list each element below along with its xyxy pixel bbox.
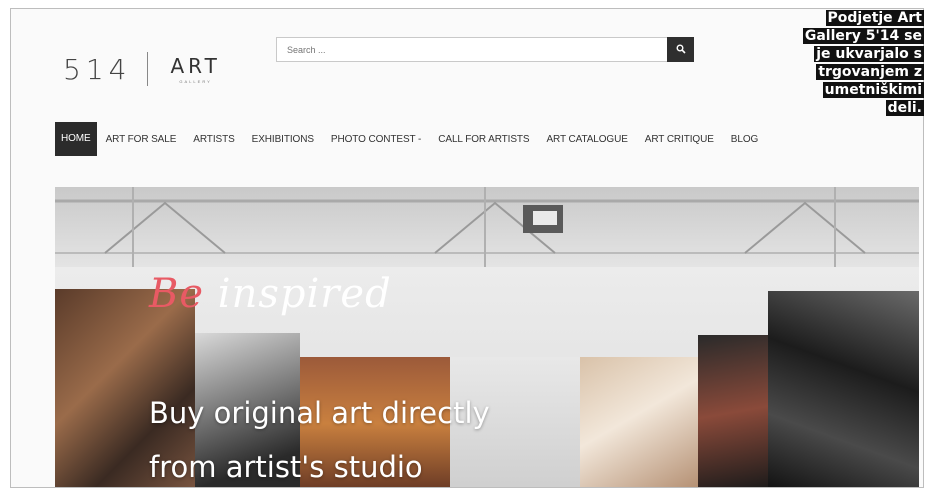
logo-divider: [147, 52, 149, 86]
caption-line: Gallery 5'14 se: [802, 28, 924, 44]
nav-item-blog[interactable]: BLOG: [731, 134, 758, 145]
nav-item-artists[interactable]: ARTISTS: [193, 134, 234, 145]
logo-art: ART GALLERY: [170, 54, 220, 84]
painting-right: [768, 291, 919, 487]
caption-line: trgovanjem z: [816, 64, 924, 80]
nav-item-art-critique[interactable]: ART CRITIQUE: [645, 134, 714, 145]
logo-art-word: ART: [170, 54, 221, 78]
nav-item-art-catalogue[interactable]: ART CATALOGUE: [546, 134, 627, 145]
nav-item-exhibitions[interactable]: EXHIBITIONS: [252, 134, 314, 145]
search-input[interactable]: [276, 37, 667, 62]
logo-number: 514: [63, 52, 132, 86]
hero-tagline: Be inspired: [149, 271, 392, 317]
logo-art-subtitle: GALLERY: [179, 79, 212, 84]
hero-headline-line-2: from artist's studio: [149, 450, 423, 484]
nav-item-call-for-artists[interactable]: CALL FOR ARTISTS: [438, 134, 529, 145]
search-icon: [676, 41, 686, 59]
painting-portrait: [698, 335, 768, 487]
search-button[interactable]: [667, 37, 694, 62]
nav-item-photo-contest[interactable]: PHOTO CONTEST -: [331, 134, 421, 145]
caption-line: Podjetje Art: [825, 10, 924, 26]
site-logo[interactable]: 514 ART GALLERY: [63, 52, 221, 86]
caption-line: umetniškimi: [822, 82, 924, 98]
nav-item-home[interactable]: HOME: [55, 122, 97, 156]
hero-tagline-rest: inspired: [204, 271, 392, 317]
hero-tagline-accent: Be: [149, 271, 205, 317]
caption-line: deli.: [885, 100, 924, 116]
search-bar: [276, 37, 694, 62]
hero-headline-line-1: Buy original art directly: [149, 396, 490, 430]
nav-item-art-for-sale[interactable]: ART FOR SALE: [106, 134, 177, 145]
gallery-ceiling-image: [55, 187, 919, 267]
article-caption: Podjetje Art Gallery 5'14 se je ukvarjal…: [774, 9, 924, 117]
hero-banner[interactable]: Be inspired Buy original art directly fr…: [55, 187, 919, 487]
main-navigation: HOME ART FOR SALE ARTISTS EXHIBITIONS PH…: [55, 122, 775, 156]
caption-line: je ukvarjalo s: [814, 46, 924, 62]
